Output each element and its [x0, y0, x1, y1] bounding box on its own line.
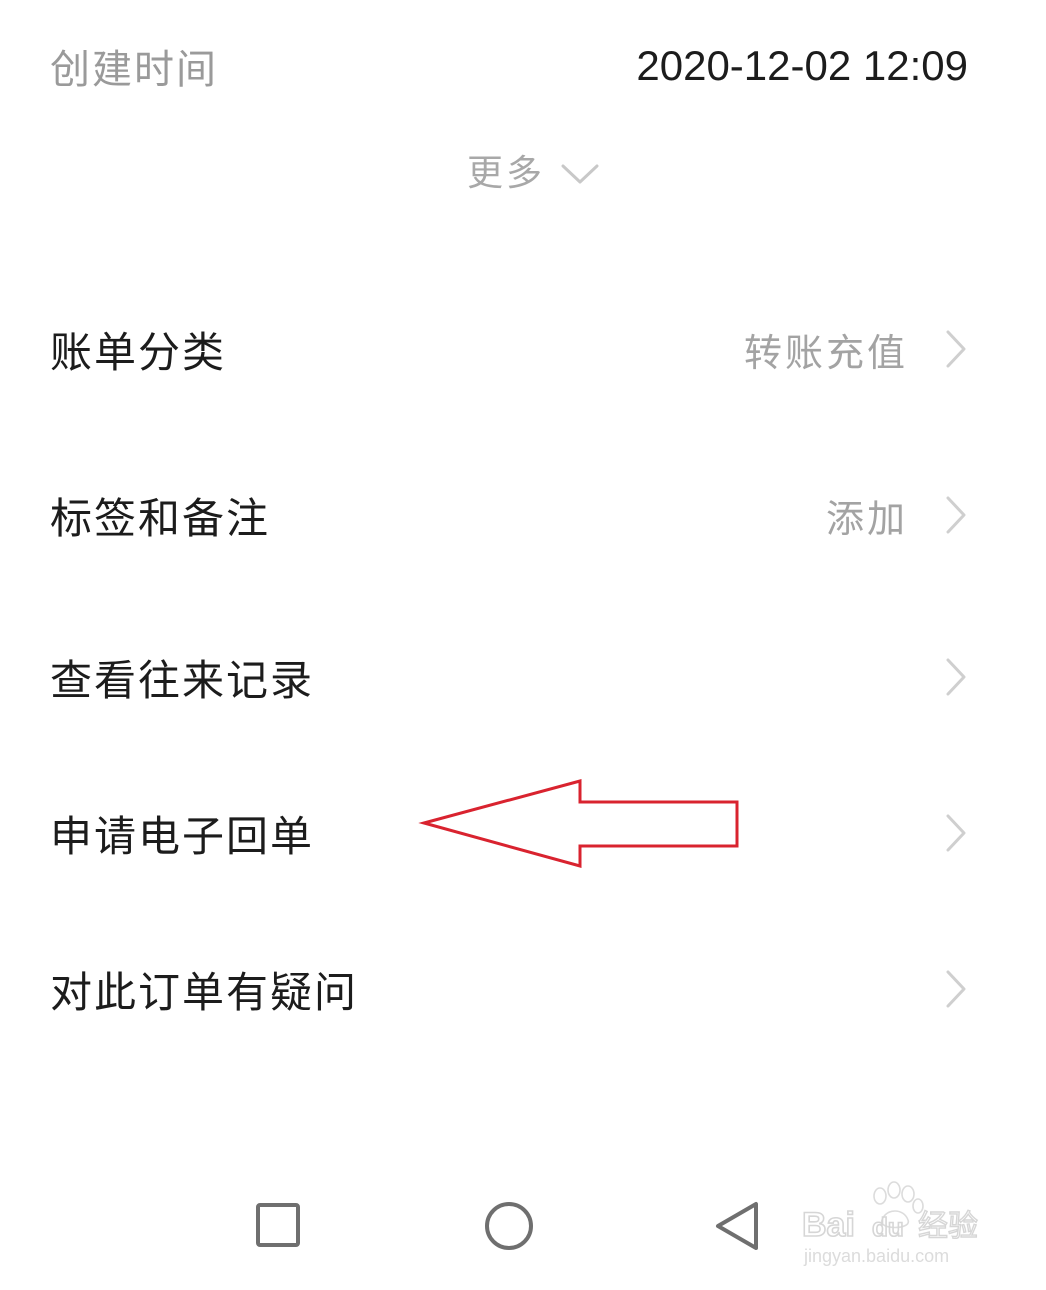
more-label: 更多: [466, 153, 545, 194]
menu-item-tags-notes[interactable]: 标签和备注 添加: [50, 470, 968, 560]
chevron-down-icon: [561, 164, 599, 184]
menu-item-transaction-history[interactable]: 查看往来记录: [50, 632, 968, 722]
chevron-right-icon: [946, 330, 966, 368]
menu-item-label: 对此订单有疑问: [50, 967, 359, 1017]
triangle-back-icon[interactable]: [712, 1200, 762, 1254]
more-toggle[interactable]: 更多: [0, 140, 1046, 200]
baidu-jingyan-watermark: Bai du 经验 jingyan.baidu.com: [801, 1181, 979, 1266]
menu-item-label: 标签和备注: [50, 493, 271, 543]
menu-item-label: 申请电子回单: [50, 811, 315, 861]
svg-text:经验: 经验: [918, 1209, 978, 1244]
chevron-right-icon: [946, 496, 966, 534]
circle-icon[interactable]: [482, 1200, 536, 1254]
chevron-right-icon: [946, 658, 966, 696]
menu-item-value: 添加: [825, 496, 908, 541]
menu-item-bill-category[interactable]: 账单分类 转账充值: [50, 304, 968, 394]
menu-item-e-receipt[interactable]: 申请电子回单: [50, 788, 968, 878]
created-time-value: 2020-12-02 12:09: [636, 42, 968, 89]
chevron-right-icon: [946, 970, 966, 1008]
created-time-label: 创建时间: [50, 47, 218, 93]
svg-text:Bai: Bai: [802, 1206, 855, 1244]
menu-item-order-question[interactable]: 对此订单有疑问: [50, 944, 968, 1034]
chevron-right-icon: [946, 814, 966, 852]
svg-text:du: du: [872, 1212, 904, 1242]
square-icon[interactable]: [254, 1200, 302, 1248]
created-time-row: 创建时间 2020-12-02 12:09: [50, 36, 968, 96]
svg-text:jingyan.baidu.com: jingyan.baidu.com: [803, 1246, 949, 1266]
menu-item-label: 账单分类: [50, 327, 227, 377]
menu-item-value: 转账充值: [743, 330, 908, 375]
menu-item-label: 查看往来记录: [50, 655, 315, 705]
